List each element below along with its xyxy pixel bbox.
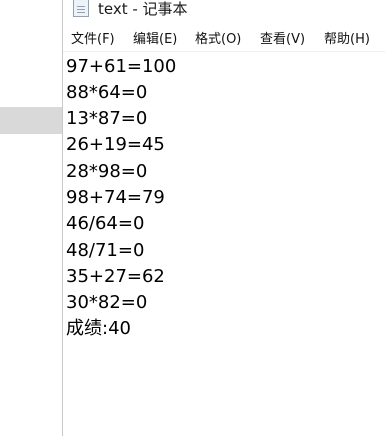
text-line: 88*64=0	[66, 82, 148, 103]
text-line: 48/71=0	[66, 240, 145, 261]
text-line: 26+19=45	[66, 134, 165, 155]
menu-edit[interactable]: 编辑(E)	[133, 31, 177, 49]
notepad-icon	[73, 0, 89, 17]
notepad-window: text - 记事本 文件(F) 编辑(E) 格式(O) 查看(V) 帮助(H)…	[62, 0, 385, 436]
text-line: 46/64=0	[66, 213, 145, 234]
background-selected-row	[0, 107, 62, 134]
background-window-pane	[0, 0, 62, 436]
menu-format[interactable]: 格式(O)	[195, 31, 241, 49]
text-line: 成绩:40	[66, 318, 131, 339]
text-line: 28*98=0	[66, 161, 148, 182]
text-line: 98+74=79	[66, 187, 165, 208]
menu-view[interactable]: 查看(V)	[260, 31, 305, 49]
text-line: 35+27=62	[66, 266, 165, 287]
text-line: 13*87=0	[66, 108, 148, 129]
window-title: text - 记事本	[98, 0, 188, 18]
title-bar[interactable]: text - 记事本	[63, 0, 385, 27]
menu-help[interactable]: 帮助(H)	[324, 31, 370, 49]
menu-file[interactable]: 文件(F)	[71, 31, 115, 49]
text-line: 30*82=0	[66, 292, 148, 313]
text-editor[interactable]: 97+61=100 88*64=0 13*87=0 26+19=45 28*98…	[63, 52, 385, 436]
menu-bar: 文件(F) 编辑(E) 格式(O) 查看(V) 帮助(H)	[63, 28, 385, 52]
text-line: 97+61=100	[66, 56, 177, 77]
